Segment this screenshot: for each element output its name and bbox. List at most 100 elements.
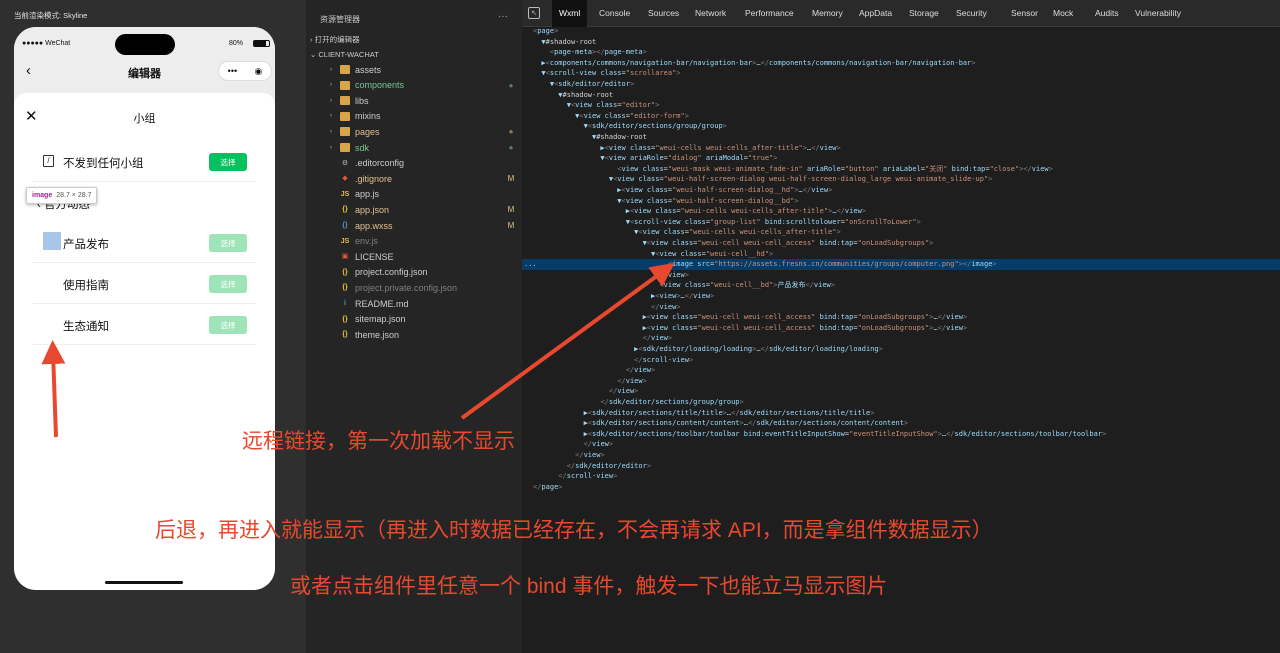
wxml-node-line[interactable]: ▶<components/commons/navigation-bar/navi… (522, 58, 1280, 69)
wxml-node-line[interactable]: </sdk/editor/editor> (522, 461, 1280, 472)
more-icon[interactable]: ••• (228, 66, 237, 76)
wxml-node-line[interactable]: ▶<view class="weui-cell weui-cell_access… (522, 312, 1280, 323)
tab-sensor[interactable]: Sensor (1004, 0, 1045, 27)
wxml-node-line[interactable]: ▼<view class="weui-cells weui-cells_afte… (522, 227, 1280, 238)
tree-item[interactable]: › components ● (330, 78, 516, 93)
wxml-node-line[interactable]: ▶<view class="weui-cells weui-cells_afte… (522, 143, 1280, 154)
status-battery-text: 80% (228, 40, 243, 47)
tree-item[interactable]: {} project.private.config.json (330, 280, 516, 295)
tree-item-label: project.config.json (355, 267, 428, 278)
wxml-node-line[interactable]: ▼<view class="weui-cell weui-cell_access… (522, 238, 1280, 249)
tree-item[interactable]: {} project.config.json (330, 265, 516, 280)
wxml-node-line[interactable]: </scroll-view> (522, 471, 1280, 482)
folder-icon (340, 127, 350, 137)
wxml-node-line[interactable]: </page> (522, 482, 1280, 493)
status-carrier: ●●●●● WeChat (22, 40, 71, 47)
chevron-icon: › (330, 97, 332, 104)
wxml-node-line[interactable]: ▼<view ariaRole="dialog" ariaModal="true… (522, 153, 1280, 164)
tab-network[interactable]: Network (688, 0, 733, 27)
wxml-node-line[interactable]: <page-meta></page-meta> (522, 47, 1280, 58)
wxml-node-line[interactable]: ▼<sdk/editor/sections/group/group> (522, 121, 1280, 132)
tree-item[interactable]: › sdk ● (330, 140, 516, 155)
group-name: 使用指南 (63, 280, 109, 292)
wxml-node-line[interactable]: ▼#shadow-root (522, 132, 1280, 143)
wxml-node-line[interactable]: ▶<view class="weui-half-screen-dialog__h… (522, 185, 1280, 196)
tab-mock[interactable]: Mock (1046, 0, 1080, 27)
tab-performance[interactable]: Performance (738, 0, 801, 27)
tree-item[interactable]: › assets (330, 62, 516, 77)
tree-item-label: README.md (355, 298, 409, 309)
wxml-node-line[interactable]: </view> (522, 450, 1280, 461)
tab-appdata[interactable]: AppData (852, 0, 899, 27)
wxml-node-line[interactable]: <image src="https://assets.fresns.cn/com… (522, 259, 1280, 270)
tab-sources[interactable]: Sources (641, 0, 686, 27)
wxml-node-line[interactable]: ▶<view class="weui-cells weui-cells_afte… (522, 206, 1280, 217)
select-button[interactable]: 选择 (209, 153, 247, 171)
tree-item[interactable]: i README.md (330, 296, 516, 311)
wxml-node-line[interactable]: </view> (522, 365, 1280, 376)
wxml-node-line[interactable]: ▼<view class="editor"> (522, 100, 1280, 111)
group-row[interactable]: 产品发布 选择 (33, 222, 256, 263)
wxml-node-line[interactable]: ▶<sdk/editor/sections/toolbar/toolbar bi… (522, 429, 1280, 440)
tree-item[interactable]: JS app.js (330, 187, 516, 202)
wxml-node-line[interactable]: ▼#shadow-root (522, 37, 1280, 48)
group-row[interactable]: 使用指南 选择 (33, 263, 256, 304)
annotation-line-3: 或者点击组件里任意一个 bind 事件，触发一下也能立马显示图片 (290, 575, 888, 598)
more-actions-icon[interactable]: ··· (498, 11, 508, 22)
wxml-node-line[interactable]: </scroll-view> (522, 355, 1280, 366)
wxml-node-line[interactable]: ▶<sdk/editor/loading/loading>…</sdk/edit… (522, 344, 1280, 355)
wxml-node-line[interactable]: ▼<sdk/editor/editor> (522, 79, 1280, 90)
group-name: 生态通知 (63, 321, 109, 333)
group-select-button[interactable]: 选择 (209, 275, 247, 293)
tab-vulnerability[interactable]: Vulnerability (1128, 0, 1188, 27)
tab-console[interactable]: Console (592, 0, 637, 27)
tree-item[interactable]: {} app.wxss M (330, 218, 516, 233)
tree-item[interactable]: › mixins (330, 109, 516, 124)
tree-item[interactable]: › pages ● (330, 124, 516, 139)
wxml-node-line[interactable]: </view> (522, 333, 1280, 344)
project-section[interactable]: ⌄ CLIENT-WACHAT (310, 50, 379, 59)
tab-security[interactable]: Security (949, 0, 994, 27)
wxml-node-line[interactable]: </view> (522, 270, 1280, 281)
wxml-node-line[interactable]: ▼<scroll-view class="group-list" bind:sc… (522, 217, 1280, 228)
open-editors-section[interactable]: › 打开的编辑器 (310, 34, 360, 45)
wxml-node-line[interactable]: ▼<view class="weui-cell__hd"> (522, 249, 1280, 260)
capsule-menu[interactable]: ••• ◉ (218, 61, 272, 81)
wxml-node-line[interactable]: ▶<view>…</view> (522, 291, 1280, 302)
tab-memory[interactable]: Memory (805, 0, 850, 27)
wxml-node-line[interactable]: </view> (522, 439, 1280, 450)
wxml-node-line[interactable]: ▼<view class="weui-half-screen-dialog we… (522, 174, 1280, 185)
tree-item[interactable]: › libs (330, 93, 516, 108)
wxml-node-line[interactable]: </view> (522, 386, 1280, 397)
tree-item[interactable]: {} sitemap.json (330, 312, 516, 327)
tab-storage[interactable]: Storage (902, 0, 946, 27)
battery-icon (253, 40, 270, 47)
wxml-node-line[interactable]: <view class="weui-cell__bd">产品发布</view> (522, 280, 1280, 291)
tab-wxml[interactable]: Wxml (552, 0, 588, 27)
tab-audits[interactable]: Audits (1088, 0, 1126, 27)
wxml-node-line[interactable]: ▼<view class="weui-half-screen-dialog__b… (522, 196, 1280, 207)
tree-item[interactable]: ◆ .gitignore M (330, 171, 516, 186)
close-target-icon[interactable]: ◉ (254, 66, 262, 77)
group-select-button[interactable]: 选择 (209, 234, 247, 252)
file-explorer: 资源管理器 ··· › 打开的编辑器 ⌄ CLIENT-WACHAT › asse… (306, 0, 522, 653)
wxml-node-line[interactable]: ▶<view class="weui-cell weui-cell_access… (522, 323, 1280, 334)
tree-item[interactable]: JS env.js (330, 234, 516, 249)
tree-item[interactable]: {} theme.json (330, 327, 516, 342)
wxml-node-line[interactable]: <page> (522, 26, 1280, 37)
wxml-node-line[interactable]: </view> (522, 302, 1280, 313)
wxml-node-line[interactable]: </view> (522, 376, 1280, 387)
group-select-button[interactable]: 选择 (209, 316, 247, 334)
tree-item[interactable]: {} app.json M (330, 202, 516, 217)
wxml-node-line[interactable]: <view class="weui-mask weui-animate_fade… (522, 164, 1280, 175)
wxml-node-line[interactable]: ▼<scroll-view class="scrollarea"> (522, 68, 1280, 79)
group-row[interactable]: 生态通知 选择 (33, 304, 256, 345)
tree-item[interactable]: ▣ LICENSE (330, 249, 516, 264)
wxml-node-line[interactable]: ▼<view class="editor-form"> (522, 111, 1280, 122)
wxml-node-line[interactable]: </sdk/editor/sections/group/group> (522, 397, 1280, 408)
wxml-node-line[interactable]: ▶<sdk/editor/sections/content/content>…<… (522, 418, 1280, 429)
wxml-node-line[interactable]: ▶<sdk/editor/sections/title/title>…</sdk… (522, 408, 1280, 419)
inspect-element-icon[interactable]: ↖ (528, 7, 540, 19)
tree-item[interactable]: ⚙ .editorconfig (330, 156, 516, 171)
wxml-node-line[interactable]: ▼#shadow-root (522, 90, 1280, 101)
